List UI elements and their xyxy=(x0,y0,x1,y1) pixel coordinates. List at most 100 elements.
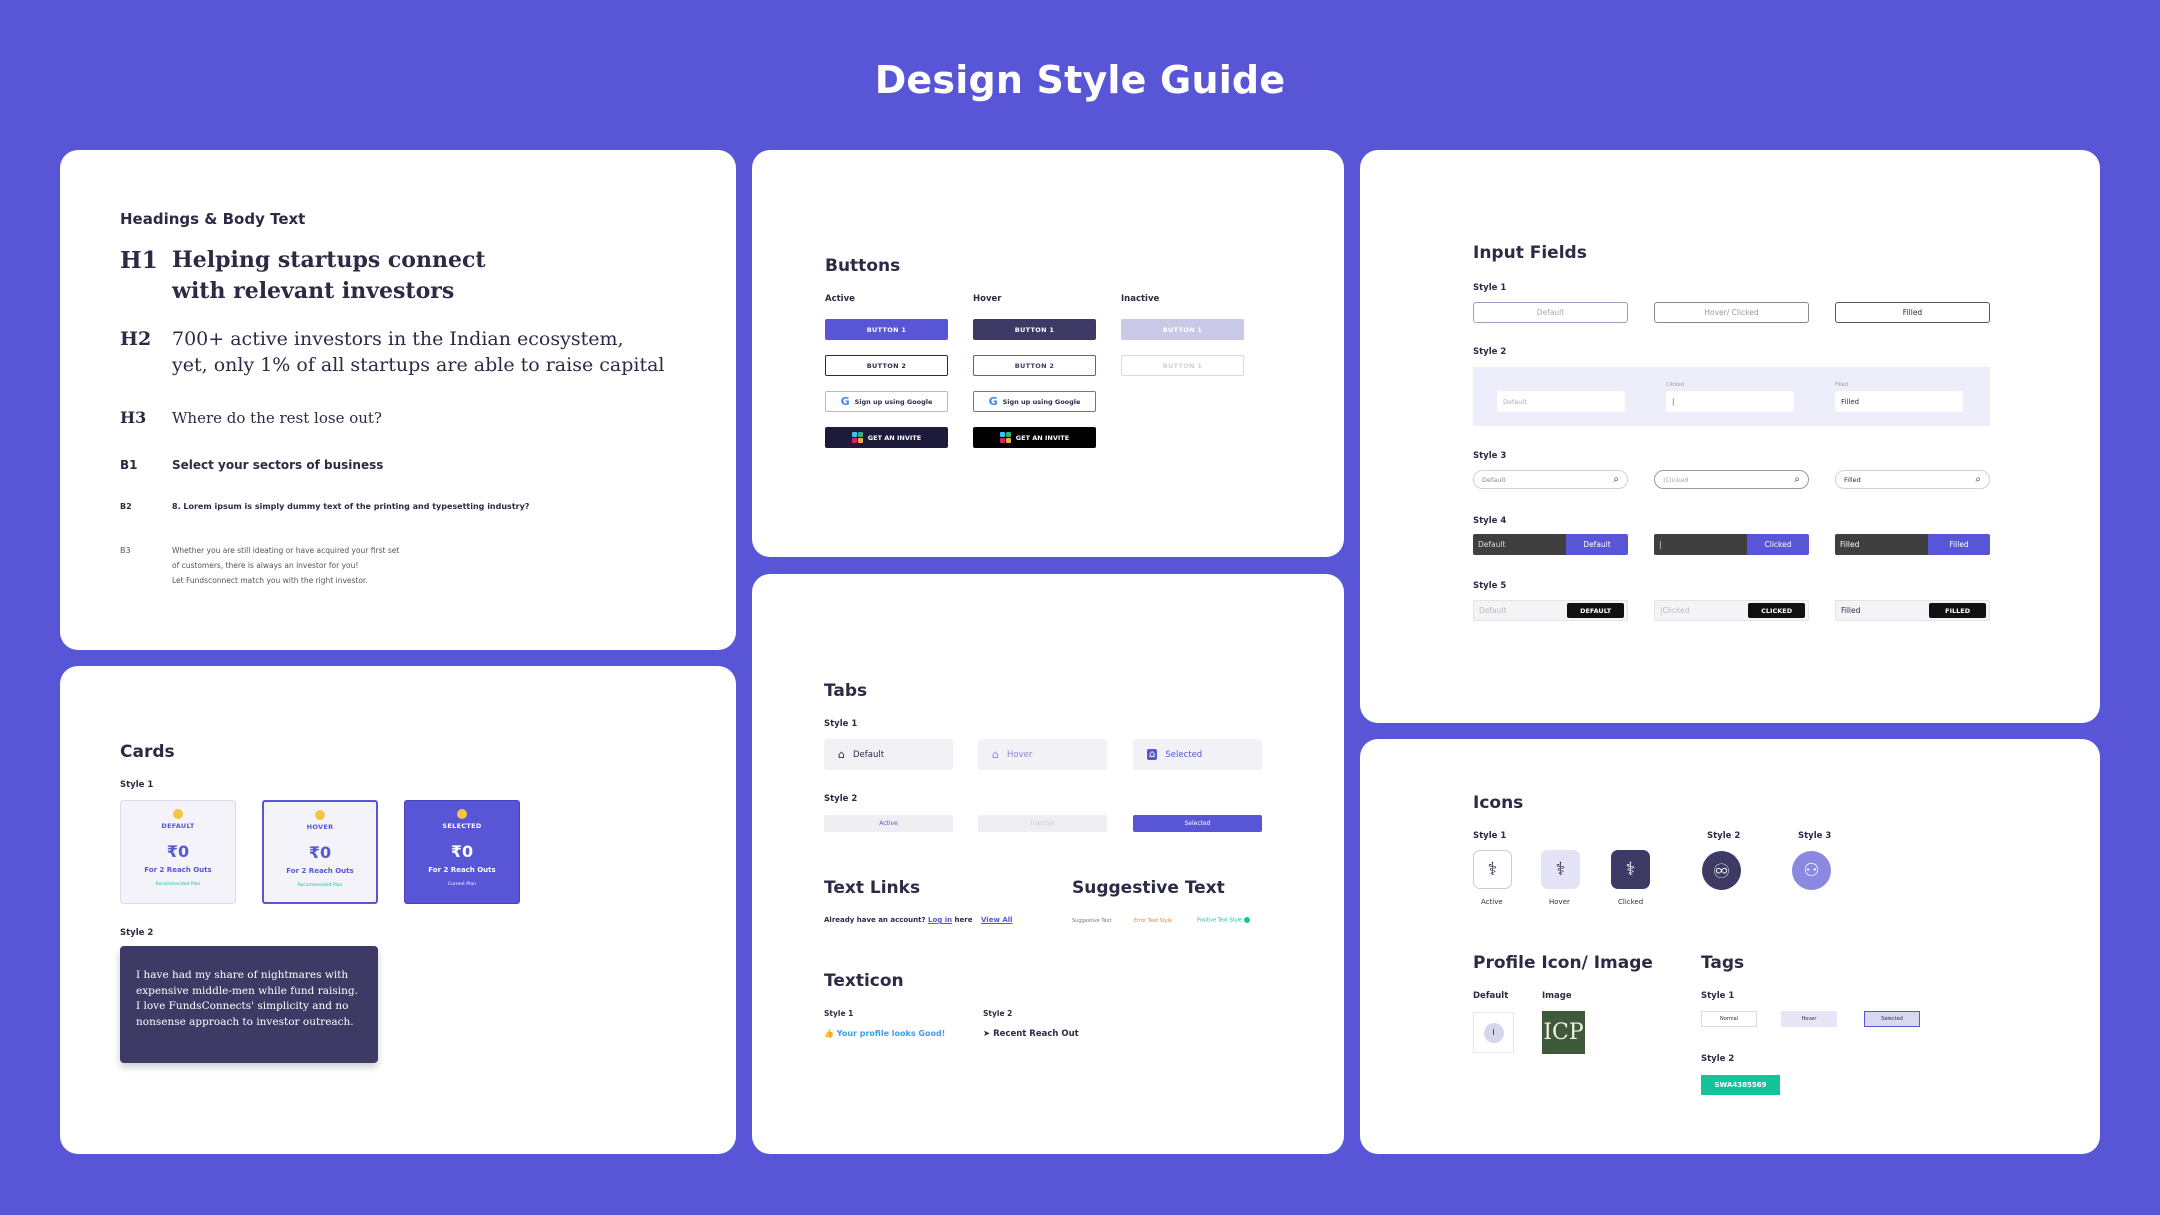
login-link[interactable]: Log in xyxy=(928,916,952,924)
input-s1-default[interactable]: Default xyxy=(1473,302,1628,323)
h3-tag: H3 xyxy=(120,408,147,427)
thumbs-up-icon: 👍 xyxy=(824,1029,834,1038)
tag-hover[interactable]: Hover xyxy=(1781,1011,1837,1027)
tag-selected[interactable]: Selected xyxy=(1864,1011,1920,1027)
google-label: Sign up using Google xyxy=(854,397,933,406)
input-s2-default[interactable]: Default xyxy=(1497,391,1625,412)
inputs-style1-label: Style 1 xyxy=(1473,283,1507,293)
b1-tag: B1 xyxy=(120,458,138,472)
tab-default[interactable]: ⌂ Default xyxy=(824,739,953,770)
input-s2-filled[interactable]: Filled xyxy=(1835,391,1963,412)
puzzle-icon-dark[interactable]: ♾ xyxy=(1702,851,1741,890)
split-s4-default[interactable]: Default Default xyxy=(1473,534,1628,555)
tab2-inactive[interactable]: Inactive xyxy=(978,815,1107,832)
logo-text: ICP xyxy=(1543,1020,1584,1045)
button2-active[interactable]: BUTTON 2 xyxy=(825,355,948,376)
input-text: Filled xyxy=(1841,397,1860,406)
button2-hover[interactable]: BUTTON 2 xyxy=(973,355,1096,376)
invite-button-active[interactable]: GET AN INVITE xyxy=(825,427,948,448)
home-icon: ⌂ xyxy=(992,748,999,761)
testimonial-quote: I have had my share of nightmares with e… xyxy=(136,969,358,1028)
avatar-default[interactable]: I xyxy=(1473,1012,1514,1053)
col-inactive: Inactive xyxy=(1121,294,1160,304)
search-s3-clicked[interactable]: |Clicked ⌕ xyxy=(1654,470,1809,489)
tags-title: Tags xyxy=(1701,953,1745,973)
tabs-style1-label: Style 1 xyxy=(824,719,858,729)
plan-card-selected[interactable]: SELECTED ₹0 For 2 Reach Outs Current Pla… xyxy=(404,800,520,904)
google-button-hover[interactable]: G Sign up using Google xyxy=(973,391,1096,412)
button1-inactive[interactable]: BUTTON 1 xyxy=(1121,319,1244,340)
input-text: Default xyxy=(1503,397,1527,406)
tab-selected[interactable]: ⌂ Selected xyxy=(1133,739,1262,770)
button2-inactive[interactable]: BUTTON 1 xyxy=(1121,355,1244,376)
view-all-link[interactable]: View All xyxy=(981,916,1013,924)
split-s4-filled[interactable]: Filled Filled xyxy=(1835,534,1990,555)
profile-title: Profile Icon/ Image xyxy=(1473,953,1653,973)
tab-label: Default xyxy=(852,749,885,760)
tabs-title: Tabs xyxy=(824,681,868,701)
seedling-icon-active[interactable]: ⚕ xyxy=(1473,850,1512,889)
h3-text: Where do the rest lose out? xyxy=(172,409,382,427)
button1-hover[interactable]: BUTTON 1 xyxy=(973,319,1096,340)
input-s1-hover[interactable]: Hover/ Clicked xyxy=(1654,302,1809,323)
inputs-panel: Input Fields Style 1 Default Hover/ Clic… xyxy=(1360,150,2100,723)
inputs-style4-label: Style 4 xyxy=(1473,516,1507,526)
split-left: Default xyxy=(1479,606,1507,615)
tabs-style2-label: Style 2 xyxy=(824,794,858,804)
icons-style1-label: Style 1 xyxy=(1473,831,1507,841)
card-footer: Recommended Plan xyxy=(297,883,343,888)
texticon-good: 👍 Your profile looks Good! xyxy=(824,1029,945,1038)
split-right: Filled xyxy=(1928,534,1990,555)
google-label: Sign up using Google xyxy=(1002,397,1081,406)
google-button-active[interactable]: G Sign up using Google xyxy=(825,391,948,412)
buttons-title: Buttons xyxy=(825,256,901,276)
typography-title: Headings & Body Text xyxy=(120,210,306,228)
input-s1-filled[interactable]: Filled xyxy=(1835,302,1990,323)
invite-button-hover[interactable]: GET AN INVITE xyxy=(973,427,1096,448)
plan-card-hover[interactable]: HOVER ₹0 For 2 Reach Outs Recommended Pl… xyxy=(262,800,378,904)
seedling-icon-clicked[interactable]: ⚕ xyxy=(1611,850,1650,889)
error-text: Error Text Style xyxy=(1134,918,1173,924)
split-s5-filled[interactable]: Filled FILLED xyxy=(1835,600,1990,621)
h2-line-1: 700+ active investors in the Indian ecos… xyxy=(172,328,624,350)
people-icon-purple[interactable]: ⚇ xyxy=(1792,851,1831,890)
cards-panel: Cards Style 1 DEFAULT ₹0 For 2 Reach Out… xyxy=(60,666,736,1154)
seedling-icon-hover[interactable]: ⚕ xyxy=(1541,850,1580,889)
tab2-active[interactable]: Active xyxy=(824,815,953,832)
login-prompt: Already have an account? Log in here xyxy=(824,916,972,924)
card-amount: ₹0 xyxy=(166,842,190,861)
tab-hover[interactable]: ⌂ Hover xyxy=(978,739,1107,770)
plan-card-default[interactable]: DEFAULT ₹0 For 2 Reach Outs Recommended … xyxy=(120,800,236,904)
card-state: HOVER xyxy=(306,823,334,831)
h1-line-1: Helping startups connect xyxy=(172,247,486,273)
tag-normal[interactable]: Normal xyxy=(1701,1011,1757,1027)
tag-code[interactable]: SWA4385569 xyxy=(1701,1075,1780,1095)
inputs-title: Input Fields xyxy=(1473,243,1587,263)
button1-active[interactable]: BUTTON 1 xyxy=(825,319,948,340)
input-s2-clicked[interactable]: | xyxy=(1666,391,1794,412)
card-state: SELECTED xyxy=(442,822,482,830)
slack-icon xyxy=(851,432,863,443)
icons-title: Icons xyxy=(1473,793,1524,813)
suggestive-title: Suggestive Text xyxy=(1072,878,1225,898)
icon-state-hover: Hover xyxy=(1549,898,1570,906)
search-icon: ⌕ xyxy=(1975,474,1981,485)
search-s3-filled[interactable]: Filled ⌕ xyxy=(1835,470,1990,489)
search-s3-default[interactable]: Default ⌕ xyxy=(1473,470,1628,489)
tab2-selected[interactable]: Selected xyxy=(1133,815,1262,832)
split-s5-default[interactable]: Default DEFAULT xyxy=(1473,600,1628,621)
split-s4-clicked[interactable]: | Clicked xyxy=(1654,534,1809,555)
split-s5-clicked[interactable]: |Clicked CLICKED xyxy=(1654,600,1809,621)
input-text: Filled xyxy=(1844,475,1861,484)
inputs-style5-label: Style 5 xyxy=(1473,581,1507,591)
input-s2-clicked-label: Clicked xyxy=(1666,382,1684,388)
split-left: | xyxy=(1654,534,1747,555)
home-icon: ⌂ xyxy=(1147,749,1158,760)
avatar-image[interactable]: ICP xyxy=(1542,1011,1585,1054)
icons-style3-label: Style 3 xyxy=(1798,831,1832,841)
card-reach: For 2 Reach Outs xyxy=(144,866,212,874)
search-icon: ⌕ xyxy=(1613,474,1619,485)
tags-style2-label: Style 2 xyxy=(1701,1054,1735,1064)
coin-icon xyxy=(315,810,325,820)
card-footer: Recommended Plan xyxy=(155,882,201,887)
